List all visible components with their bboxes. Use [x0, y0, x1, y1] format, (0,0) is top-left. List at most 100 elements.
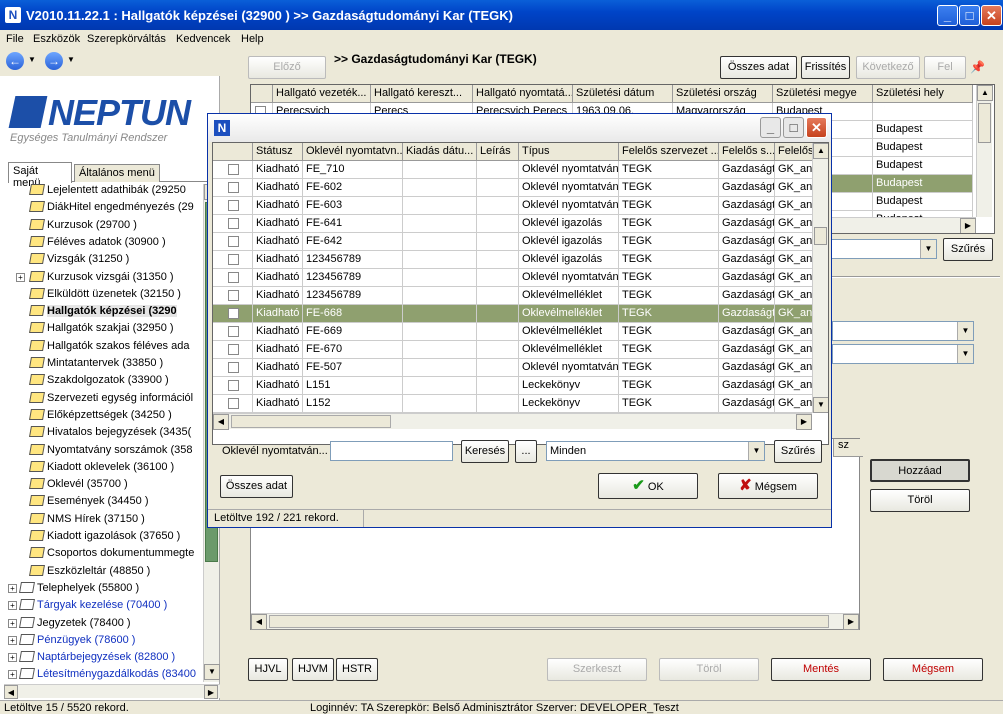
back-dropdown-icon[interactable]: ▼: [28, 55, 36, 64]
dialog-grid-hscrollbar[interactable]: ◀ ▶: [213, 413, 812, 430]
tab-altalanos-menu[interactable]: Általános menü: [74, 164, 160, 182]
tree-item[interactable]: Nyomtatvány sorszámok (358: [29, 442, 193, 459]
search-input[interactable]: [330, 441, 453, 461]
row-checkbox[interactable]: [228, 380, 239, 391]
tree-item[interactable]: Hallgatók képzései (3290: [29, 303, 177, 320]
row-checkbox[interactable]: [228, 218, 239, 229]
delete-button[interactable]: Töröl: [659, 658, 759, 681]
forward-dropdown-icon[interactable]: ▼: [67, 55, 75, 64]
scroll-left-icon[interactable]: ◀: [4, 685, 18, 699]
back-arrow-icon[interactable]: ←: [6, 52, 24, 70]
tree-item[interactable]: Szakdolgozatok (33900 ): [29, 372, 169, 389]
chevron-down-icon[interactable]: ▼: [957, 345, 973, 363]
row-checkbox[interactable]: [228, 326, 239, 337]
tab-sajat-menu[interactable]: Saját menü: [8, 162, 72, 189]
tree-item[interactable]: Kiadott igazolások (37650 ): [29, 528, 180, 545]
row-selector[interactable]: [213, 251, 253, 269]
dialog-cancel-button[interactable]: ✘ Mégsem: [718, 473, 818, 499]
expand-icon[interactable]: +: [8, 653, 17, 663]
scroll-right-icon[interactable]: ▶: [843, 614, 859, 630]
add-button[interactable]: Hozzáad: [870, 459, 970, 482]
scroll-right-icon[interactable]: ▶: [960, 218, 976, 233]
up-button[interactable]: Fel: [924, 56, 966, 79]
dialog-minimize-button[interactable]: _: [760, 117, 781, 138]
detail-combo-1[interactable]: ▼: [832, 321, 974, 341]
tree-item[interactable]: Hallgatók szakos féléves ada: [29, 338, 189, 355]
main-filter-button[interactable]: Szűrés: [943, 238, 993, 261]
next-button[interactable]: Következő: [856, 56, 920, 79]
tree-item[interactable]: Kiadott oklevelek (36100 ): [29, 459, 174, 476]
close-button[interactable]: ✕: [981, 5, 1002, 26]
tree-item[interactable]: Eszközleltár (48850 ): [29, 563, 150, 580]
scroll-thumb[interactable]: [231, 415, 391, 428]
tree-hscrollbar[interactable]: ◀ ▶: [4, 684, 220, 699]
detail-combo-2[interactable]: ▼: [832, 344, 974, 364]
forward-arrow-icon[interactable]: →: [45, 52, 63, 70]
row-checkbox[interactable]: [228, 290, 239, 301]
dialog-filter-combo[interactable]: Minden ▼: [546, 441, 765, 461]
detail-hscrollbar[interactable]: ◀ ▶: [251, 613, 859, 630]
row-checkbox[interactable]: [228, 164, 239, 175]
save-button[interactable]: Mentés: [771, 658, 871, 681]
row-checkbox[interactable]: [228, 308, 239, 319]
expand-icon[interactable]: +: [8, 635, 17, 645]
tree-item[interactable]: DiákHitel engedményezés (29: [29, 199, 194, 216]
expand-icon[interactable]: +: [8, 618, 17, 628]
pin-icon[interactable]: 📌: [970, 60, 985, 74]
row-selector[interactable]: [213, 359, 253, 377]
scroll-right-icon[interactable]: ▶: [204, 685, 218, 699]
tree-item[interactable]: + Tárgyak kezelése (70400 ): [8, 597, 167, 614]
menu-szerepkorvaltas[interactable]: Szerepkörváltás: [87, 33, 166, 45]
hstr-button[interactable]: HSTR: [336, 658, 378, 681]
row-checkbox[interactable]: [228, 254, 239, 265]
menu-eszkozok[interactable]: Eszközök: [33, 33, 80, 45]
expand-icon[interactable]: +: [8, 601, 17, 611]
scroll-left-icon[interactable]: ◀: [213, 414, 229, 430]
tree-item[interactable]: Szervezeti egység információl: [29, 390, 193, 407]
prev-button[interactable]: Előző: [248, 56, 326, 79]
tree-item[interactable]: + Létesítménygazdálkodás (83400: [8, 666, 196, 682]
row-selector[interactable]: [213, 197, 253, 215]
maximize-button[interactable]: □: [959, 5, 980, 26]
menu-help[interactable]: Help: [241, 33, 264, 45]
tree-item[interactable]: + Naptárbejegyzések (82800 ): [8, 649, 175, 666]
scroll-up-icon[interactable]: ▲: [813, 143, 828, 159]
menu-file[interactable]: File: [6, 33, 24, 45]
all-data-button[interactable]: Összes adat: [720, 56, 797, 79]
row-checkbox[interactable]: [228, 344, 239, 355]
row-selector[interactable]: [213, 179, 253, 197]
menu-kedvencek[interactable]: Kedvencek: [176, 33, 230, 45]
row-selector[interactable]: [213, 287, 253, 305]
tree-item[interactable]: + Telephelyek (55800 ): [8, 580, 139, 597]
row-checkbox[interactable]: [228, 182, 239, 193]
tree-item[interactable]: Mintatantervek (33850 ): [29, 355, 163, 372]
hjvl-button[interactable]: HJVL: [248, 658, 288, 681]
row-selector[interactable]: [213, 305, 253, 323]
tree-item[interactable]: Vizsgák (31250 ): [29, 251, 129, 268]
scroll-thumb[interactable]: [269, 615, 829, 628]
ok-button[interactable]: ✔ OK: [598, 473, 698, 499]
remove-button[interactable]: Töröl: [870, 489, 970, 512]
row-checkbox[interactable]: [228, 362, 239, 373]
cancel-button[interactable]: Mégsem: [883, 658, 983, 681]
tree-item[interactable]: NMS Hírek (37150 ): [29, 511, 145, 528]
scroll-up-icon[interactable]: ▲: [977, 85, 993, 101]
chevron-down-icon[interactable]: ▼: [957, 322, 973, 340]
tree-item[interactable]: Előképzettségek (34250 ): [29, 407, 172, 424]
row-selector[interactable]: [213, 341, 253, 359]
tree-item[interactable]: + Jegyzetek (78400 ): [8, 615, 131, 632]
tree-item[interactable]: + Kurzusok vizsgái (31350 ): [16, 269, 174, 286]
scroll-down-icon[interactable]: ▼: [813, 397, 828, 413]
tree-item[interactable]: Csoportos dokumentummegte: [29, 545, 194, 562]
expand-icon[interactable]: +: [8, 670, 17, 680]
row-selector[interactable]: [213, 323, 253, 341]
tree-item[interactable]: Események (34450 ): [29, 493, 149, 510]
expand-icon[interactable]: +: [16, 272, 25, 282]
tree-item[interactable]: Hallgatók szakjai (32950 ): [29, 320, 174, 337]
row-selector[interactable]: [213, 395, 253, 413]
chevron-down-icon[interactable]: ▼: [920, 240, 936, 258]
ellipsis-button[interactable]: ...: [515, 440, 537, 463]
row-selector[interactable]: [213, 215, 253, 233]
row-checkbox[interactable]: [228, 272, 239, 283]
dialog-close-button[interactable]: ✕: [806, 117, 827, 138]
